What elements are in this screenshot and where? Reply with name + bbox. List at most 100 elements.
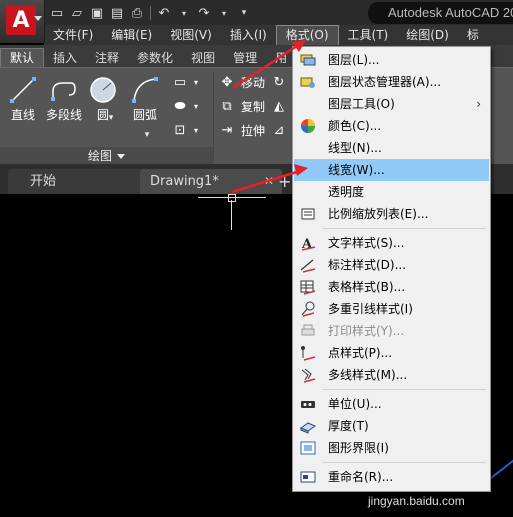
move-tool-label: 移动 [241,75,266,90]
arc-tool-label: 圆弧 [132,108,157,122]
save-icon[interactable]: ▣ [88,4,106,22]
menu-item-text-style[interactable]: A 文字样式(S)... [294,232,489,254]
rename-icon [300,469,316,485]
line-tool-label: 直线 [10,108,35,122]
menu-dimension[interactable]: 标 [458,25,488,45]
layer-icon [300,52,316,68]
menu-separator [323,389,486,390]
menu-item-linetype[interactable]: 线型(N)... [294,137,489,159]
move-tool-button[interactable]: ✥ 移动 [219,72,265,92]
menu-format[interactable]: 格式(O) [275,25,339,45]
tab-view[interactable]: 视图 [182,49,224,67]
menu-item-multileader-style[interactable]: 多重引线样式(I) [294,298,489,320]
scale-icon: ⊿ [273,122,285,138]
new-icon[interactable]: ▭ [48,4,66,22]
submenu-arrow-icon: › [476,97,481,111]
region-tool-button[interactable]: ⊡ ▾ [172,120,198,140]
menu-item-color[interactable]: 颜色(C)... [294,115,489,137]
menu-view[interactable]: 视图(V) [161,25,221,45]
menu-separator [323,462,486,463]
table-style-icon [300,279,316,295]
chevron-down-icon: ▾ [194,125,199,135]
line-tool-button[interactable]: 直线 [6,74,40,123]
menu-item-units[interactable]: 单位(U)... [294,393,489,415]
dim-style-icon [300,257,316,273]
menu-item-lineweight[interactable]: 线宽(W)... [294,159,489,181]
stretch-tool-button[interactable]: ⇥ 拉伸 [219,120,265,140]
tab-default[interactable]: 默认 [0,48,45,67]
app-title: Autodesk AutoCAD 20 [368,2,513,24]
title-bar: ▭ ▱ ▣ ▤ ⎙ ↶ ▾ ↷ ▾ ▾ Autodesk AutoCAD 20 [0,0,513,25]
thickness-icon [300,418,316,434]
menu-item-rename[interactable]: 重命名(R)... [294,466,489,488]
menu-item-drawing-limits[interactable]: 图形界限(I) [294,437,489,459]
menu-file[interactable]: 文件(F) [44,25,102,45]
point-style-icon [300,345,316,361]
arc-tool-button[interactable]: 圆弧 [128,74,162,123]
menu-item-layer-tools[interactable]: 图层工具(O) › [294,93,489,115]
saveas-icon[interactable]: ▤ [108,4,126,22]
menu-item-mline-style[interactable]: 多线样式(M)... [294,364,489,386]
application-menu-button[interactable]: A [0,0,45,43]
menu-item-table-style[interactable]: 表格样式(B)... [294,276,489,298]
undo-icon[interactable]: ↶ [155,4,173,22]
menu-insert[interactable]: 插入(I) [221,25,276,45]
boundary-icon: ⊡ [174,122,186,138]
draw-panel-label: 绘图 [87,149,112,163]
chevron-down-icon: ▾ [194,101,199,111]
chevron-down-icon [34,16,42,21]
tab-insert[interactable]: 插入 [44,49,86,67]
tab-drawing1-label: Drawing1* [150,174,219,189]
undo-dropdown-icon[interactable]: ▾ [175,4,193,22]
hatch-tool-button[interactable]: ⬬ ▾ [172,96,198,116]
menu-item-layer-state-manager[interactable]: 图层状态管理器(A)... [294,71,489,93]
customize-qat-icon[interactable]: ▾ [235,4,253,22]
draw-panel-title[interactable]: 绘图 [0,147,213,165]
color-wheel-icon [300,118,316,134]
open-icon[interactable]: ▱ [68,4,86,22]
line-icon [6,74,40,106]
menu-item-dim-style[interactable]: 标注样式(D)... [294,254,489,276]
arc-dropdown-icon[interactable]: ▾ [140,130,154,140]
menu-item-point-style[interactable]: 点样式(P)... [294,342,489,364]
menu-item-scale-list[interactable]: 比例缩放列表(E)... [294,203,489,225]
menu-tools[interactable]: 工具(T) [339,25,398,45]
stretch-icon: ⇥ [221,122,233,138]
toolbar-separator [150,6,151,20]
units-icon [300,396,316,412]
menu-item-layer[interactable]: 图层(L)... [294,49,489,71]
mirror-icon: ◭ [274,98,284,114]
menu-item-transparency[interactable]: 透明度 [294,181,489,203]
redo-dropdown-icon[interactable]: ▾ [215,4,233,22]
polyline-tool-button[interactable]: 多段线 [42,74,86,123]
close-icon[interactable]: ✕ [264,169,274,194]
new-tab-plus-icon[interactable]: + [278,172,291,191]
hatch-icon: ⬬ [174,98,186,114]
rectangle-tool-button[interactable]: ▭ ▾ [172,72,198,92]
tab-drawing1[interactable]: Drawing1* ✕ [140,169,282,194]
circle-icon [87,74,119,106]
mirror-tool-button[interactable]: ◭ [271,96,287,116]
menu-edit[interactable]: 编辑(E) [102,25,161,45]
menu-item-thickness[interactable]: 厚度(T) [294,415,489,437]
rotate-tool-button[interactable]: ↻ [271,72,287,92]
tab-start[interactable]: 开始 [8,169,150,194]
copy-tool-button[interactable]: ⧉ 复制 [219,96,265,116]
plot-style-icon [300,323,316,339]
chevron-down-icon: ▾ [194,77,199,87]
tab-manage[interactable]: 管理 [224,49,266,67]
mline-style-icon [300,367,316,383]
quick-access-toolbar: ▭ ▱ ▣ ▤ ⎙ ↶ ▾ ↷ ▾ ▾ [48,3,253,23]
menu-item-plot-style[interactable]: 打印样式(Y)... [294,320,489,342]
watermark-text: jingyan.baidu.com [368,494,465,508]
crosshair-vertical [231,200,232,230]
tab-annotate[interactable]: 注释 [86,49,128,67]
tab-parametric[interactable]: 参数化 [128,49,182,67]
print-icon[interactable]: ⎙ [128,4,146,22]
redo-icon[interactable]: ↷ [195,4,213,22]
scale-tool-button[interactable]: ⊿ [271,120,287,140]
menu-draw[interactable]: 绘图(D) [397,25,458,45]
copy-icon: ⧉ [222,98,232,114]
arc-icon [128,74,162,106]
circle-dropdown-icon[interactable]: ▾ [104,113,118,123]
